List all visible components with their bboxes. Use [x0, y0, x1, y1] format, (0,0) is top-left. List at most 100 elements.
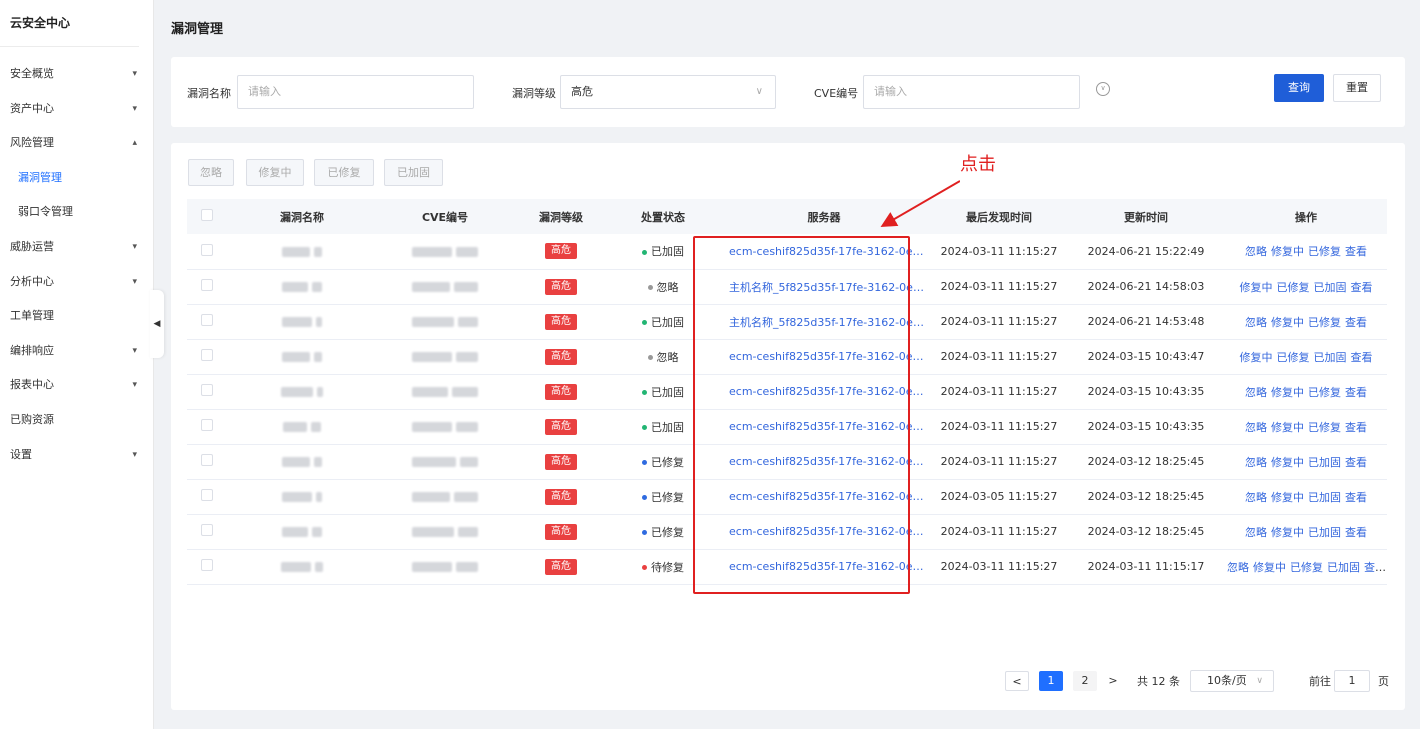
last-found-cell: 2024-03-11 11:15:27 — [931, 444, 1067, 480]
sidebar-item-4[interactable]: 弱口令管理 — [0, 195, 153, 230]
row-action-link[interactable]: 已修复 — [1277, 281, 1310, 294]
row-action-link[interactable]: 忽略 — [1227, 561, 1249, 574]
sidebar-item-5[interactable]: 威胁运营 ▾ — [0, 230, 153, 265]
next-page-button[interactable]: > — [1101, 671, 1125, 691]
header-updated: 更新时间 — [1067, 199, 1225, 234]
server-link[interactable]: ecm-ceshif825d35f-17fe-3162-0e68-... — [717, 234, 931, 270]
row-action-link[interactable]: 修复中 — [1271, 491, 1304, 504]
row-action-link[interactable]: 忽略 — [1245, 491, 1267, 504]
batch-fixing-button[interactable]: 修复中 — [246, 159, 304, 186]
row-action-link[interactable]: 已修复 — [1277, 351, 1310, 364]
row-action-link[interactable]: 已加固 — [1314, 281, 1347, 294]
row-action-link[interactable]: 已修复 — [1308, 316, 1341, 329]
server-link[interactable]: 主机名称_5f825d35f-17fe-3162-0e68... — [717, 269, 931, 305]
sidebar-item-label: 安全概览 — [10, 67, 54, 80]
batch-fixed-button[interactable]: 已修复 — [314, 159, 374, 186]
row-checkbox[interactable] — [201, 384, 213, 396]
sidebar-item-label: 资产中心 — [10, 101, 54, 115]
row-checkbox[interactable] — [201, 314, 213, 326]
row-action-link[interactable]: 修复中 — [1271, 456, 1304, 469]
row-action-link[interactable]: 修复中 — [1271, 421, 1304, 434]
row-action-link[interactable]: 忽略 — [1245, 526, 1267, 539]
row-action-link[interactable]: 查看 — [1345, 386, 1367, 399]
select-all-checkbox[interactable] — [201, 209, 213, 221]
row-action-link[interactable]: 忽略 — [1245, 316, 1267, 329]
sidebar-item-3[interactable]: 漏洞管理 — [0, 161, 153, 196]
server-link[interactable]: ecm-ceshif825d35f-17fe-3162-0e68-... — [717, 444, 931, 480]
row-action-link[interactable]: 忽略 — [1245, 245, 1267, 258]
sidebar-item-11[interactable]: 设置 ▾ — [0, 438, 153, 473]
server-link[interactable]: ecm-ceshif825d35f-17fe-3162-0e68-... — [717, 374, 931, 410]
goto-page-input[interactable]: 1 — [1334, 670, 1370, 692]
query-button[interactable]: 查询 — [1274, 74, 1324, 102]
row-action-link[interactable]: 已加固 — [1308, 491, 1341, 504]
batch-hardened-button[interactable]: 已加固 — [384, 159, 443, 186]
row-action-link[interactable]: 修复中 — [1240, 281, 1273, 294]
vuln-level-select[interactable]: 高危 ∨ — [560, 75, 776, 109]
sidebar-item-0[interactable]: 安全概览 ▾ — [0, 57, 153, 92]
server-link[interactable]: ecm-ceshif825d35f-17fe-3162-0e68-... — [717, 514, 931, 550]
page-2-button[interactable]: 2 — [1073, 671, 1097, 691]
row-checkbox[interactable] — [201, 454, 213, 466]
row-action-link[interactable]: 修复中 — [1240, 351, 1273, 364]
batch-ignore-button[interactable]: 忽略 — [188, 159, 234, 186]
row-action-link[interactable]: 修复中 — [1271, 245, 1304, 258]
expand-filters-icon[interactable]: ∨ — [1096, 82, 1110, 96]
page-size-select[interactable]: 10条/页 ∨ — [1190, 670, 1274, 692]
row-action-link[interactable]: 已修复 — [1308, 421, 1341, 434]
table-row: 高危 已修复 ecm-ceshif825d35f-17fe-3162-0e68-..… — [187, 479, 1387, 515]
row-action-link[interactable]: 已修复 — [1308, 245, 1341, 258]
row-action-link[interactable]: 查看 — [1364, 561, 1386, 574]
vuln-name-input[interactable]: 请输入 — [237, 75, 474, 109]
sidebar-item-10[interactable]: 已购资源 — [0, 403, 153, 438]
server-link[interactable]: 主机名称_5f825d35f-17fe-3162-0e68... — [717, 304, 931, 340]
row-checkbox[interactable] — [201, 489, 213, 501]
row-checkbox[interactable] — [201, 243, 213, 256]
row-action-link[interactable]: 查看 — [1345, 421, 1367, 434]
sidebar-item-1[interactable]: 资产中心 ▾ — [0, 92, 153, 127]
server-link[interactable]: ecm-ceshif825d35f-17fe-3162-0e68-... — [717, 339, 931, 375]
row-checkbox[interactable] — [201, 349, 213, 361]
row-action-link[interactable]: 忽略 — [1245, 421, 1267, 434]
row-action-link[interactable]: 已加固 — [1308, 526, 1341, 539]
actions-cell: 忽略 修复中 已加固 查看 — [1225, 479, 1387, 515]
row-checkbox[interactable] — [201, 524, 213, 536]
chevron-down-icon: ∨ — [755, 86, 763, 97]
table-row: 高危 忽略 主机名称_5f825d35f-17fe-3162-0e68... 2024… — [187, 269, 1387, 305]
row-action-link[interactable]: 修复中 — [1271, 386, 1304, 399]
server-link[interactable]: ecm-ceshif825d35f-17fe-3162-0e68-... — [717, 409, 931, 445]
row-action-link[interactable]: 忽略 — [1245, 456, 1267, 469]
row-action-link[interactable]: 忽略 — [1245, 386, 1267, 399]
cve-input[interactable]: 请输入 — [863, 75, 1080, 109]
server-link[interactable]: ecm-ceshif825d35f-17fe-3162-0e68-... — [717, 479, 931, 515]
sidebar-item-6[interactable]: 分析中心 ▾ — [0, 265, 153, 300]
row-action-link[interactable]: 已加固 — [1314, 351, 1347, 364]
row-action-link[interactable]: 修复中 — [1271, 526, 1304, 539]
actions-cell: 忽略 修复中 已加固 查看 — [1225, 514, 1387, 550]
row-action-link[interactable]: 查看 — [1351, 351, 1373, 364]
row-action-link[interactable]: 已修复 — [1308, 386, 1341, 399]
row-checkbox[interactable] — [201, 559, 213, 571]
cve-label: CVE编号 — [814, 87, 859, 100]
row-action-link[interactable]: 查看 — [1345, 526, 1367, 539]
row-action-link[interactable]: 查看 — [1345, 456, 1367, 469]
prev-page-button[interactable]: < — [1005, 671, 1029, 691]
row-action-link[interactable]: 查看 — [1345, 245, 1367, 258]
page-1-button[interactable]: 1 — [1039, 671, 1063, 691]
row-action-link[interactable]: 查看 — [1345, 316, 1367, 329]
sidebar-item-9[interactable]: 报表中心 ▾ — [0, 368, 153, 403]
row-action-link[interactable]: 已加固 — [1327, 561, 1360, 574]
sidebar-item-8[interactable]: 编排响应 ▾ — [0, 334, 153, 369]
sidebar-item-7[interactable]: 工单管理 — [0, 299, 153, 334]
row-checkbox[interactable] — [201, 419, 213, 431]
row-action-link[interactable]: 已修复 — [1290, 561, 1323, 574]
server-link[interactable]: ecm-ceshif825d35f-17fe-3162-0e68-... — [717, 549, 931, 585]
sidebar-item-2[interactable]: 风险管理 ▴ — [0, 126, 153, 161]
row-checkbox[interactable] — [201, 279, 213, 291]
row-action-link[interactable]: 修复中 — [1253, 561, 1286, 574]
row-action-link[interactable]: 修复中 — [1271, 316, 1304, 329]
row-action-link[interactable]: 查看 — [1345, 491, 1367, 504]
reset-button[interactable]: 重置 — [1333, 74, 1381, 102]
row-action-link[interactable]: 已加固 — [1308, 456, 1341, 469]
row-action-link[interactable]: 查看 — [1351, 281, 1373, 294]
